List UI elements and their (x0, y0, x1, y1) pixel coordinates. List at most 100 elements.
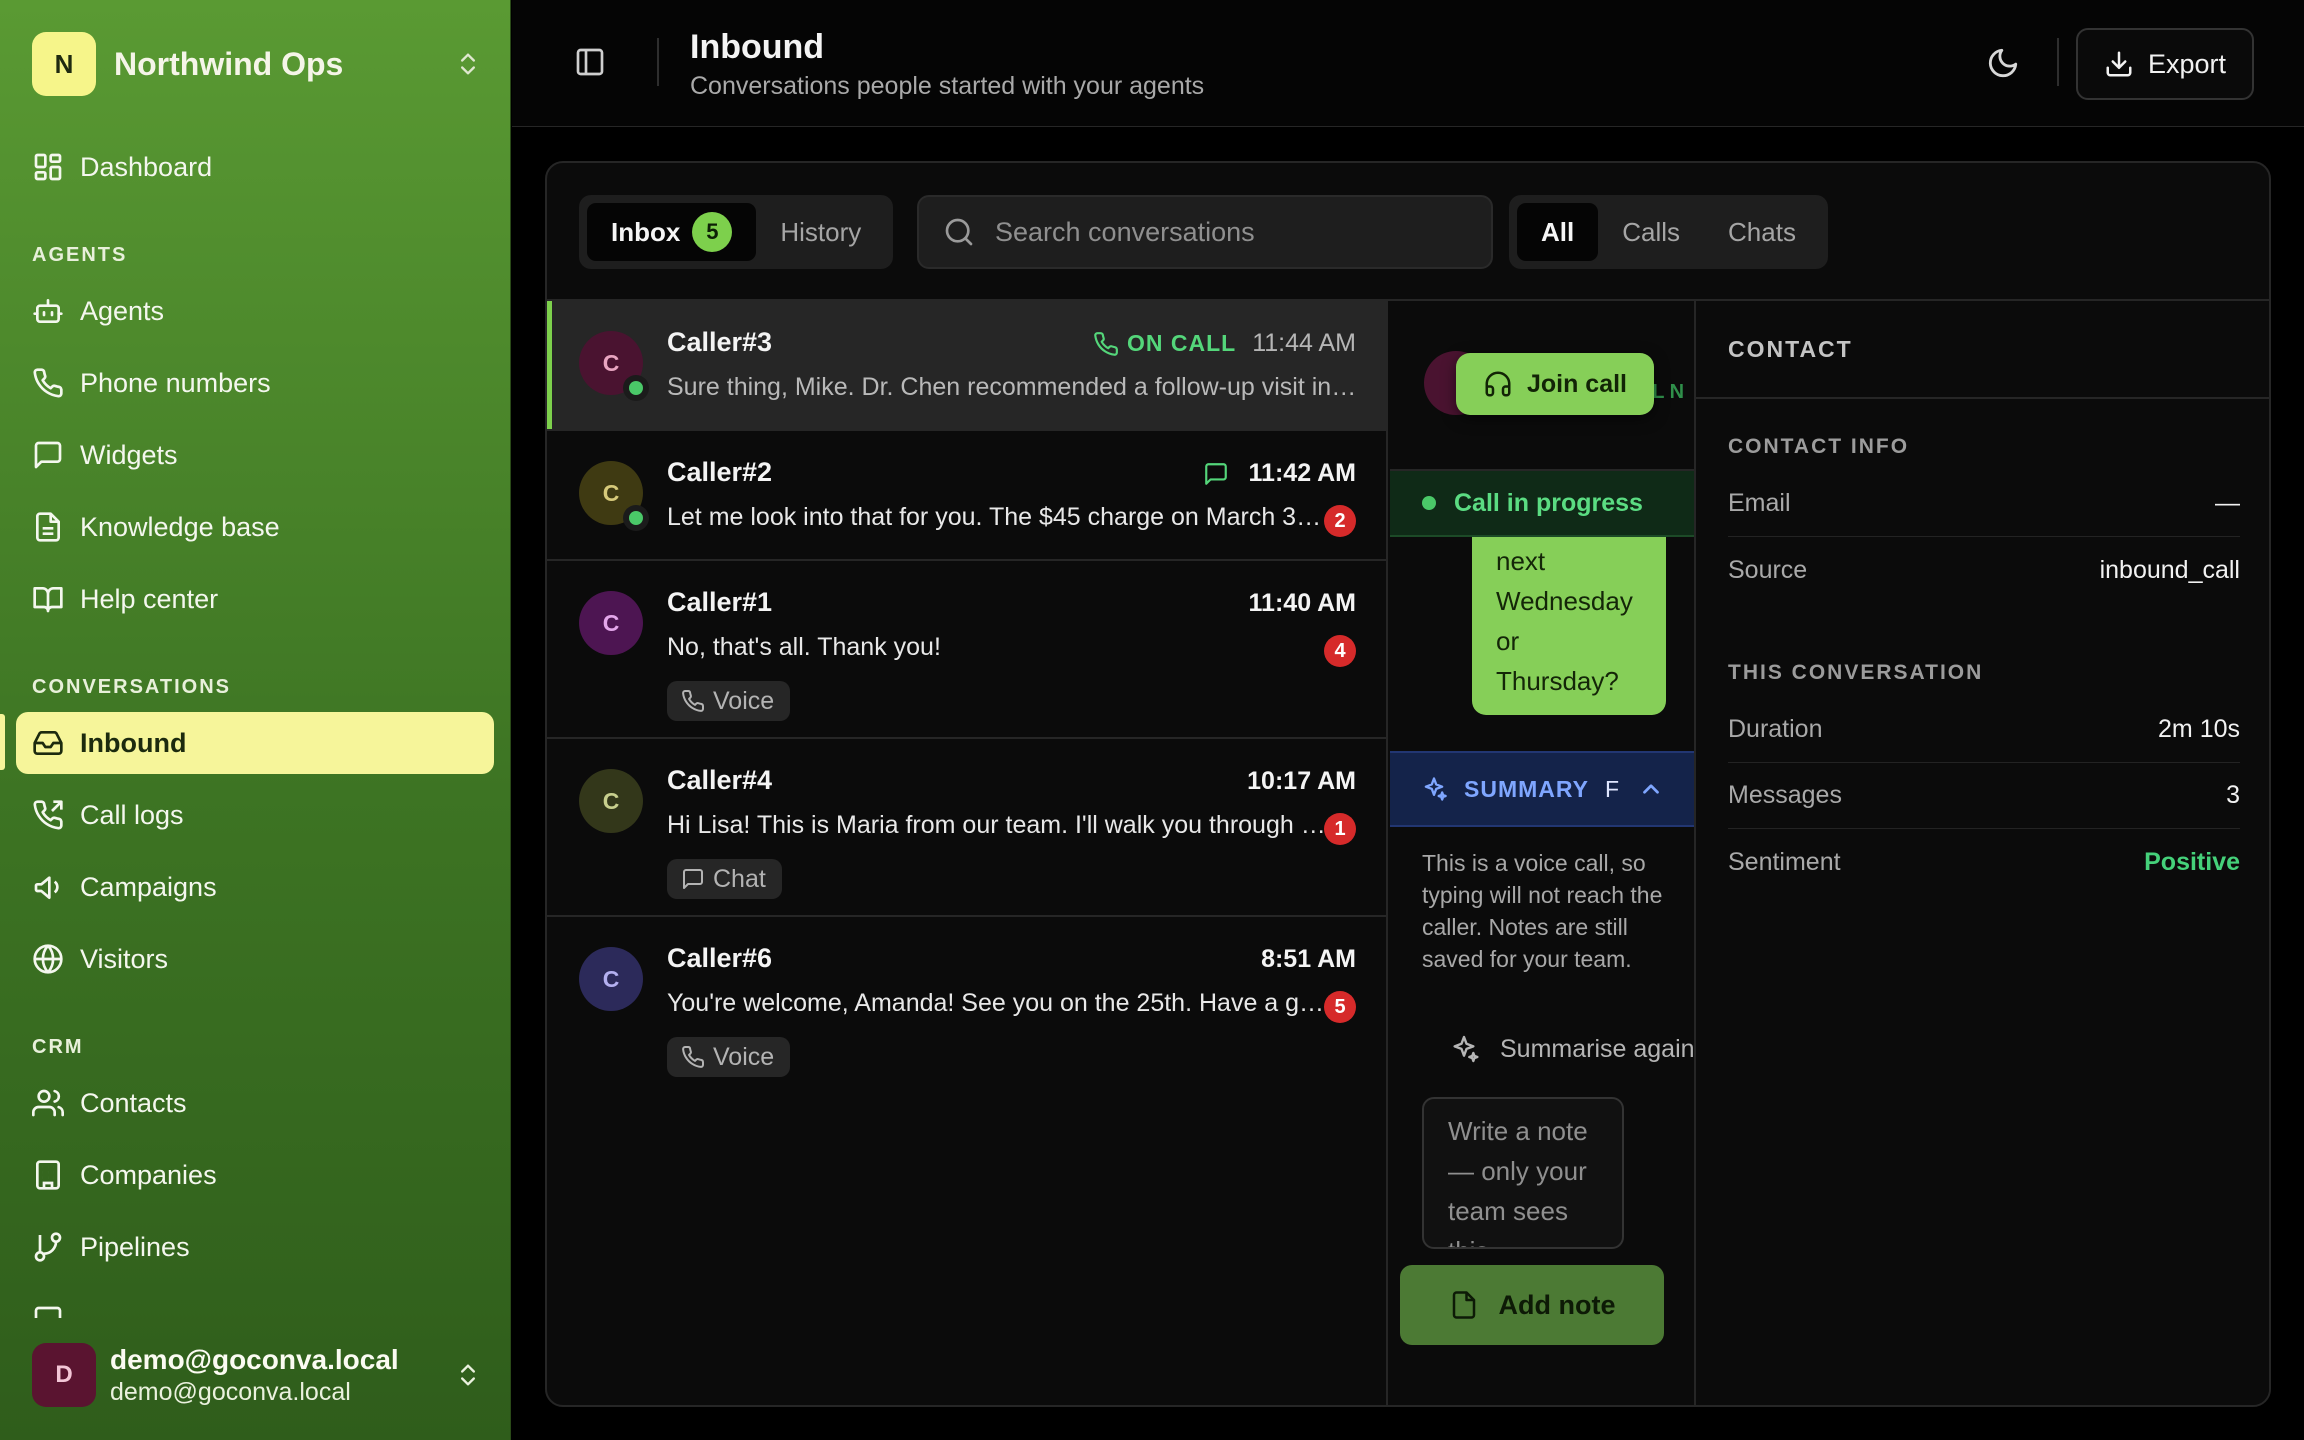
field-label: Sentiment (1728, 847, 1841, 876)
section-label-agents: AGENTS (32, 244, 128, 266)
on-call-label: ON CALL (1127, 330, 1237, 356)
moon-icon[interactable] (1986, 46, 2020, 80)
summarise-again-label: Summarise again (1500, 1034, 1695, 1063)
export-button[interactable]: Export (2076, 28, 2254, 100)
bot-icon (33, 299, 63, 323)
file-icon (1452, 1291, 1475, 1319)
filter-calls[interactable]: Calls (1598, 203, 1704, 261)
page-header: Inbound Conversations people started wit… (512, 0, 2304, 127)
sidebar-item-label: Help center (80, 583, 219, 614)
channel-label: Chat (713, 864, 766, 893)
building-icon (36, 1160, 60, 1190)
org-logo: N (32, 32, 96, 96)
sidebar-item-label: Inbound (80, 727, 187, 758)
list-item[interactable]: C Caller#6 8:51 AM You're welcome, Amand… (547, 917, 1388, 1095)
filter-chats[interactable]: Chats (1704, 203, 1820, 261)
summarise-again-button[interactable]: Summarise again (1448, 1029, 1695, 1069)
org-switcher[interactable]: N Northwind Ops (32, 32, 482, 96)
avatar-initial: C (602, 965, 620, 992)
summary-header[interactable]: SUMMARY F (1390, 751, 1694, 827)
conversation-time: 11:40 AM (1248, 589, 1356, 617)
message-square-icon (1204, 462, 1227, 485)
message-square-icon (34, 441, 62, 469)
tab-history[interactable]: History (756, 203, 885, 261)
download-icon (2106, 51, 2132, 77)
tab-inbox[interactable]: Inbox 5 (587, 203, 757, 261)
join-call-button[interactable]: Join call (1456, 353, 1654, 415)
sidebar-item-widgets[interactable]: Widgets (16, 424, 494, 486)
search-input[interactable] (995, 216, 1455, 248)
filter-all[interactable]: All (1517, 203, 1599, 261)
sidebar-toggle-icon[interactable] (574, 46, 606, 78)
sidebar-item-knowledge-base[interactable]: Knowledge base (16, 496, 494, 558)
section-label-crm: CRM (32, 1036, 84, 1058)
sidebar-item-contacts[interactable]: Contacts (16, 1072, 494, 1134)
voice-call-notice: This is a voice call, so typing will not… (1422, 850, 1663, 972)
users-icon (32, 1089, 64, 1117)
user-email: demo@goconva.local (110, 1377, 351, 1406)
inbound-panel: Inbox 5 History All Calls Chats C (545, 161, 2271, 1407)
list-item[interactable]: C Caller#1 11:40 AM No, that's all. Than… (547, 561, 1388, 739)
channel-tag: Chat (667, 859, 782, 899)
user-name: demo@goconva.local (110, 1343, 399, 1375)
conversation-name: Caller#6 (667, 943, 773, 973)
conversation-time: 11:44 AM (1252, 329, 1356, 357)
channel-filter: All Calls Chats (1509, 195, 1828, 269)
user-menu[interactable]: D demo@goconva.local demo@goconva.local (32, 1340, 482, 1410)
chevrons-up-down-icon (461, 1364, 475, 1386)
sidebar-item-label: Call logs (80, 799, 184, 830)
sidebar-item-companies[interactable]: Companies (16, 1144, 494, 1206)
phone-outgoing-icon (33, 800, 63, 830)
list-item[interactable]: C Caller#3 ON CALL 11:44 AM Sure thing, … (547, 301, 1388, 431)
contact-panel: CONTACT CONTACT INFO Email — Source inbo… (1696, 301, 2269, 1405)
sidebar-item-pipelines[interactable]: Pipelines (16, 1216, 494, 1278)
avatar-initial: C (602, 479, 620, 506)
conversation-name: Caller#2 (667, 457, 773, 487)
add-note-button[interactable]: Add note (1400, 1265, 1664, 1345)
sidebar-item-label: Widgets (80, 439, 178, 470)
conversation-thread: LL N Join call next Wednesday or Thursda… (1390, 301, 1696, 1405)
note-input[interactable]: Write a note — only your team sees this (1422, 1097, 1624, 1249)
conversation-name: Caller#1 (667, 587, 773, 617)
org-name: Northwind Ops (114, 45, 344, 82)
conversation-list: C Caller#3 ON CALL 11:44 AM Sure thing, … (547, 301, 1388, 1405)
conversation-preview: Let me look into that for you. The $45 c… (667, 503, 1327, 531)
message-square-icon (683, 869, 703, 889)
chevrons-up-down-icon (461, 53, 475, 75)
sidebar-item-phone-numbers[interactable]: Phone numbers (16, 352, 494, 414)
chat-indicator (1203, 461, 1237, 487)
phone-icon (1094, 331, 1118, 356)
sidebar-item-label: Pipelines (80, 1231, 190, 1262)
sidebar-item-visitors[interactable]: Visitors (16, 928, 494, 990)
unread-badge: 4 (1324, 635, 1356, 667)
sentiment-value: Positive (2144, 847, 2240, 876)
sentiment-row: Sentiment Positive (1728, 829, 2240, 895)
sidebar-item-help-center[interactable]: Help center (16, 568, 494, 630)
summary-label: SUMMARY (1464, 775, 1589, 802)
field-label: Duration (1728, 715, 1823, 743)
list-item[interactable]: C Caller#4 10:17 AM Hi Lisa! This is Mar… (547, 739, 1388, 917)
sidebar-item-call-logs[interactable]: Call logs (16, 784, 494, 846)
sidebar-item-dashboard[interactable]: Dashboard (16, 136, 494, 198)
phone-icon (33, 368, 63, 398)
headphones-icon (1485, 371, 1511, 397)
sidebar-item-inbound[interactable]: Inbound (16, 712, 494, 774)
avatar: C (579, 331, 649, 401)
chevron-up-icon (1643, 784, 1659, 794)
list-icon (34, 1306, 62, 1318)
join-call-label: Join call (1526, 369, 1628, 398)
inbox-icon (33, 731, 63, 755)
channel-tag: Voice (667, 1037, 791, 1077)
sidebar-item-label: Dashboard (80, 151, 213, 182)
file-text-icon (36, 512, 60, 542)
sidebar-item-campaigns[interactable]: Campaigns (16, 856, 494, 918)
channel-tag: Voice (667, 681, 791, 721)
channel-label: Voice (713, 1042, 775, 1071)
header-divider (657, 38, 659, 86)
live-dot (1422, 496, 1436, 510)
sidebar-item-agents[interactable]: Agents (16, 280, 494, 342)
sidebar-item-label: Contacts (80, 1087, 187, 1118)
phone-icon (682, 689, 705, 712)
contact-source-row: Source inbound_call (1728, 537, 2240, 603)
list-item[interactable]: C Caller#2 11:42 AM Let me look into tha… (547, 431, 1388, 561)
